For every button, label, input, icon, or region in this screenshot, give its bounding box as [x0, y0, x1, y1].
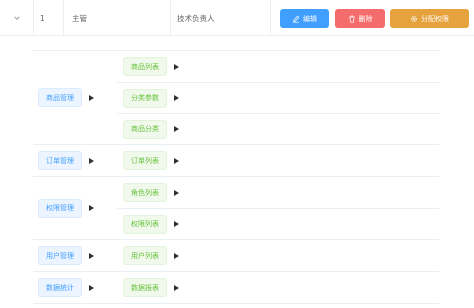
table-row: 1 主管 技术负责人 编辑 删除 分配权限: [0, 0, 474, 36]
caret-right-icon: [89, 205, 94, 211]
caret-right-icon: [174, 221, 179, 227]
permission-level2-row: 商品列表: [117, 51, 439, 82]
level1-tag[interactable]: 数据统计: [38, 278, 82, 297]
edit-icon: [293, 15, 300, 23]
expand-toggle[interactable]: [0, 0, 33, 36]
assign-permissions-label: 分配权限: [421, 15, 449, 23]
permission-level2-row: 数据报表: [117, 272, 439, 303]
delete-button[interactable]: 删除: [335, 9, 385, 28]
caret-right-icon: [174, 63, 179, 70]
role-table: 1 主管 技术负责人 编辑 删除 分配权限 商品管理 商品列表 分类参数 商品分…: [0, 0, 474, 308]
trash-icon: [348, 15, 355, 23]
level2-tag[interactable]: 权限列表: [123, 214, 167, 234]
permission-level1: 用户管理: [33, 240, 117, 271]
caret-right-icon: [89, 94, 94, 101]
level2-tag[interactable]: 商品分类: [123, 119, 167, 139]
permission-group: 数据统计 数据报表: [33, 272, 439, 304]
caret-right-icon: [89, 284, 94, 291]
permission-group: 用户管理 用户列表: [33, 240, 439, 272]
level2-tag[interactable]: 商品列表: [123, 57, 167, 76]
permission-level2-row: 订单列表: [117, 145, 439, 176]
caret-right-icon: [174, 126, 179, 132]
gear-icon: [411, 15, 417, 22]
caret-right-icon: [174, 252, 179, 259]
permission-level2-row: 商品分类: [117, 113, 439, 144]
column-divider: [270, 0, 271, 36]
permission-group: 商品管理 商品列表分类参数商品分类: [33, 50, 439, 145]
delete-button-label: 删除: [358, 15, 373, 23]
permission-level1: 商品管理: [33, 51, 117, 144]
permission-level2-row: 分类参数: [117, 82, 439, 113]
permission-tree: 商品管理 商品列表分类参数商品分类订单管理 订单列表权限管理 角色列表权限列表用户管理…: [33, 50, 439, 304]
role-description: 技术负责人: [177, 13, 215, 23]
caret-right-icon: [89, 157, 94, 164]
permission-level2-row: 用户列表: [117, 240, 439, 271]
caret-right-icon: [174, 95, 179, 101]
caret-right-icon: [174, 189, 179, 196]
caret-right-icon: [89, 252, 94, 259]
edit-button-label: 编辑: [303, 15, 317, 23]
caret-right-icon: [174, 284, 179, 291]
level2-tag[interactable]: 角色列表: [123, 183, 167, 202]
level1-tag[interactable]: 订单管理: [38, 151, 82, 170]
level2-tag[interactable]: 订单列表: [123, 151, 167, 170]
assign-permissions-button[interactable]: 分配权限: [390, 9, 469, 28]
edit-button[interactable]: 编辑: [280, 9, 329, 28]
level2-tag[interactable]: 用户列表: [123, 246, 167, 265]
level1-tag[interactable]: 权限管理: [38, 198, 82, 218]
caret-right-icon: [174, 157, 179, 164]
permission-level1: 订单管理: [33, 145, 117, 176]
level2-tag[interactable]: 数据报表: [123, 278, 167, 297]
permission-level2-row: 角色列表: [117, 177, 439, 208]
permission-level2-row: 权限列表: [117, 208, 439, 239]
permission-level1: 数据统计: [33, 272, 117, 303]
permission-group: 权限管理 角色列表权限列表: [33, 177, 439, 240]
level1-tag[interactable]: 用户管理: [38, 246, 82, 265]
chevron-down-icon: [13, 16, 20, 20]
role-name: 主管: [72, 13, 87, 23]
permission-group: 订单管理 订单列表: [33, 145, 439, 177]
row-index: 1: [40, 13, 45, 23]
level2-tag[interactable]: 分类参数: [123, 88, 167, 108]
permission-level1: 权限管理: [33, 177, 117, 239]
level1-tag[interactable]: 商品管理: [38, 88, 82, 107]
